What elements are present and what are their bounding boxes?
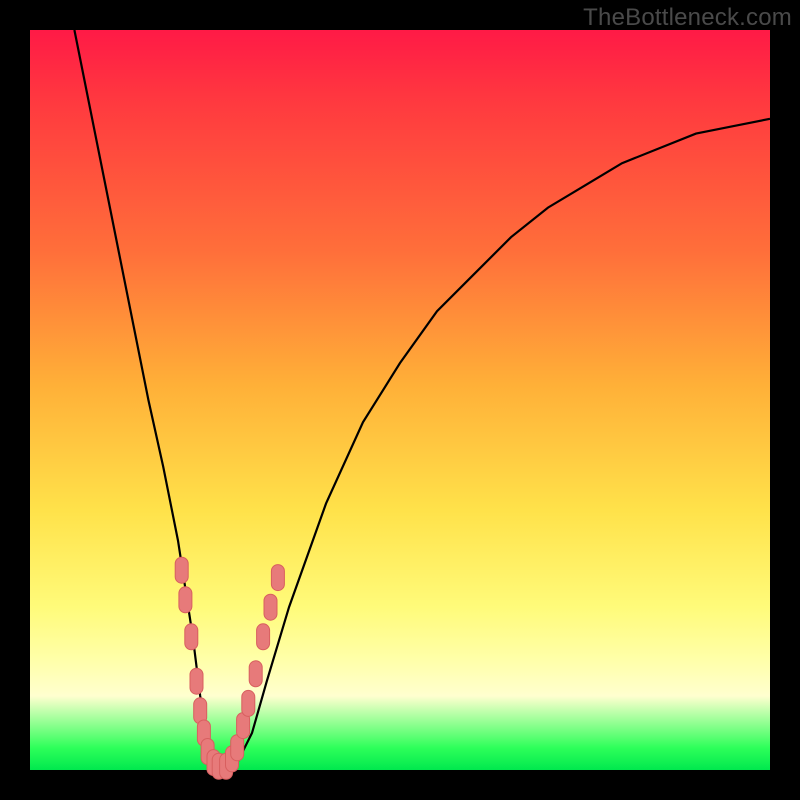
marker-point — [190, 668, 203, 694]
marker-group — [175, 557, 284, 779]
marker-point — [185, 624, 198, 650]
chart-svg — [30, 30, 770, 770]
bottleneck-curve — [74, 30, 770, 770]
marker-point — [271, 565, 284, 591]
plot-area — [30, 30, 770, 770]
chart-frame: TheBottleneck.com — [0, 0, 800, 800]
watermark-text: TheBottleneck.com — [583, 4, 792, 32]
marker-point — [242, 690, 255, 716]
marker-point — [179, 587, 192, 613]
marker-point — [264, 594, 277, 620]
marker-point — [175, 557, 188, 583]
marker-point — [257, 624, 270, 650]
marker-point — [249, 661, 262, 687]
